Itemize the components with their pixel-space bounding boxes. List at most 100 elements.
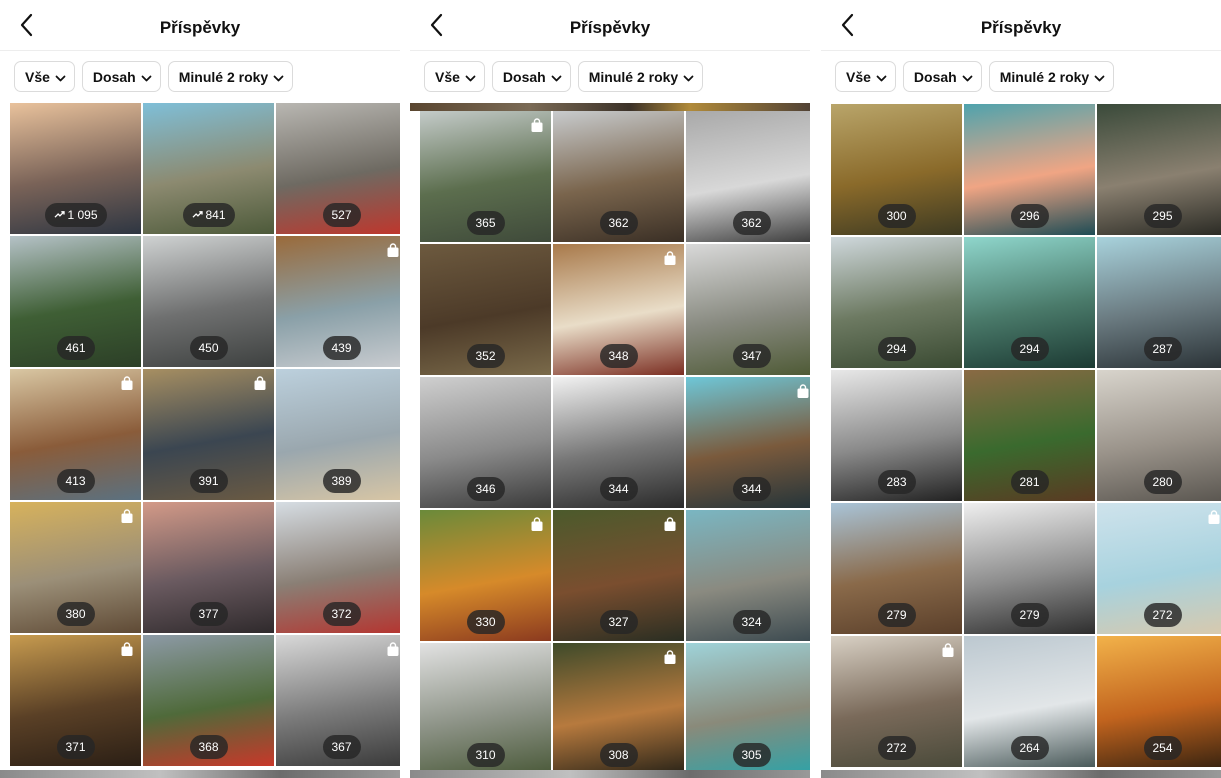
partial-row-bottom <box>410 770 810 778</box>
shopping-bag-icon <box>530 517 544 532</box>
post-thumbnail[interactable]: 372 <box>276 502 400 633</box>
post-thumbnail[interactable]: 280 <box>1097 370 1221 501</box>
post-thumbnail[interactable]: 527 <box>276 103 400 234</box>
filter-dropdown[interactable]: Dosah <box>81 61 161 92</box>
reach-count-badge: 450 <box>189 336 228 360</box>
reach-count-badge: 295 <box>1143 204 1182 228</box>
reach-count-badge: 439 <box>322 336 361 360</box>
post-thumbnail[interactable]: 841 <box>143 103 274 234</box>
reach-count: 527 <box>331 208 352 222</box>
shopping-bag-icon <box>386 243 400 258</box>
filter-dropdown[interactable]: Vše <box>835 61 896 92</box>
post-thumbnail[interactable]: 362 <box>553 111 684 242</box>
reach-count-badge: 294 <box>1010 337 1049 361</box>
filter-dropdown[interactable]: Dosah <box>902 61 982 92</box>
post-thumbnail[interactable]: 327 <box>553 510 684 641</box>
post-thumbnail[interactable]: 300 <box>831 104 962 235</box>
reach-count: 377 <box>198 607 219 621</box>
post-thumbnail[interactable]: 461 <box>10 236 141 367</box>
post-thumbnail[interactable]: 330 <box>420 510 551 641</box>
post-thumbnail[interactable]: 352 <box>420 244 551 375</box>
trending-up-icon <box>191 208 205 222</box>
post-thumbnail[interactable]: 264 <box>964 636 1095 767</box>
post-thumbnail[interactable]: 279 <box>831 503 962 634</box>
post-thumbnail[interactable]: 272 <box>831 636 962 767</box>
post-thumbnail[interactable]: 305 <box>686 643 810 774</box>
post-thumbnail[interactable]: 348 <box>553 244 684 375</box>
post-thumbnail[interactable]: 347 <box>686 244 810 375</box>
post-thumbnail[interactable]: 295 <box>1097 104 1221 235</box>
post-thumbnail[interactable]: 283 <box>831 370 962 501</box>
reach-count: 368 <box>198 740 219 754</box>
post-thumbnail[interactable]: 296 <box>964 104 1095 235</box>
chevron-down-icon <box>551 71 562 82</box>
post-thumbnail[interactable]: 368 <box>143 635 274 766</box>
reach-count-badge: 296 <box>1010 204 1049 228</box>
reach-count: 344 <box>741 482 762 496</box>
post-thumbnail[interactable]: 450 <box>143 236 274 367</box>
reach-count-badge: 279 <box>877 603 916 627</box>
shopping-bag-icon <box>1207 510 1221 525</box>
reach-count-badge: 305 <box>732 743 771 767</box>
post-thumbnail[interactable]: 377 <box>143 502 274 633</box>
partial-row-top <box>410 103 810 111</box>
post-thumbnail[interactable]: 391 <box>143 369 274 500</box>
page-title: Příspěvky <box>980 18 1062 37</box>
post-thumbnail[interactable]: 310 <box>420 643 551 774</box>
filter-dropdown[interactable]: Vše <box>424 61 485 92</box>
post-thumbnail[interactable]: 362 <box>686 111 810 242</box>
reach-count: 272 <box>886 741 907 755</box>
reach-count-badge: 300 <box>877 204 916 228</box>
post-thumbnail[interactable]: 281 <box>964 370 1095 501</box>
post-thumbnail[interactable]: 344 <box>553 377 684 508</box>
chevron-down-icon <box>876 71 887 82</box>
reach-count: 362 <box>741 216 762 230</box>
post-thumbnail[interactable]: 294 <box>831 237 962 368</box>
reach-count: 254 <box>1152 741 1173 755</box>
reach-count-badge: 347 <box>732 344 771 368</box>
reach-count: 450 <box>198 341 219 355</box>
post-thumbnail[interactable]: 254 <box>1097 636 1221 767</box>
reach-count-badge: 391 <box>189 469 228 493</box>
post-thumbnail[interactable]: 294 <box>964 237 1095 368</box>
shopping-bag-icon <box>663 650 677 665</box>
post-thumbnail[interactable]: 367 <box>276 635 400 766</box>
reach-count: 279 <box>1019 608 1040 622</box>
reach-count-badge: 365 <box>466 211 505 235</box>
trending-up-icon <box>53 208 67 222</box>
reach-count-badge: 310 <box>466 743 505 767</box>
chevron-down-icon <box>1094 71 1105 82</box>
shopping-bag-icon <box>120 509 134 524</box>
post-thumbnail[interactable]: 308 <box>553 643 684 774</box>
post-thumbnail[interactable]: 279 <box>964 503 1095 634</box>
post-thumbnail[interactable]: 365 <box>420 111 551 242</box>
post-thumbnail[interactable]: 287 <box>1097 237 1221 368</box>
filter-dropdown[interactable]: Vše <box>14 61 75 92</box>
filter-dropdown[interactable]: Minulé 2 roky <box>167 61 294 92</box>
shopping-bag-icon <box>386 642 400 657</box>
filter-dropdown[interactable]: Minulé 2 roky <box>577 61 704 92</box>
reach-count-badge: 324 <box>732 610 771 634</box>
post-thumbnail[interactable]: 389 <box>276 369 400 500</box>
post-thumbnail[interactable]: 1 095 <box>10 103 141 234</box>
post-thumbnail[interactable]: 371 <box>10 635 141 766</box>
post-thumbnail[interactable]: 439 <box>276 236 400 367</box>
post-thumbnail[interactable]: 346 <box>420 377 551 508</box>
post-thumbnail[interactable]: 413 <box>10 369 141 500</box>
post-thumbnail[interactable]: 272 <box>1097 503 1221 634</box>
reach-count-badge: 367 <box>322 735 361 759</box>
reach-count: 367 <box>331 740 352 754</box>
reach-count-badge: 413 <box>56 469 95 493</box>
post-thumbnail[interactable]: 344 <box>686 377 810 508</box>
filter-bar: Vše Dosah Minulé 2 roky <box>14 61 294 92</box>
post-thumbnail[interactable]: 380 <box>10 502 141 633</box>
reach-count-badge: 272 <box>877 736 916 760</box>
reach-count: 264 <box>1019 741 1040 755</box>
reach-count: 300 <box>886 209 907 223</box>
post-thumbnail[interactable]: 324 <box>686 510 810 641</box>
filter-dropdown[interactable]: Minulé 2 roky <box>988 61 1115 92</box>
reach-count: 272 <box>1152 608 1173 622</box>
reach-count: 389 <box>331 474 352 488</box>
filter-dropdown[interactable]: Dosah <box>491 61 571 92</box>
filter-label: Dosah <box>502 68 546 85</box>
